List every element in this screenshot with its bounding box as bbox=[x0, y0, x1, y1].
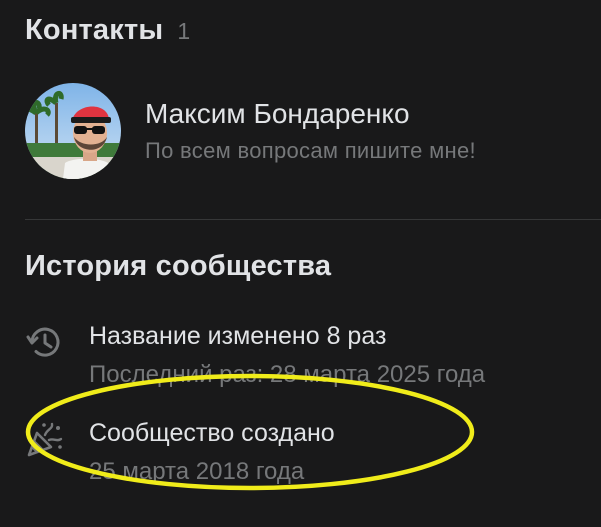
contact-text: Максим Бондаренко По всем вопросам пишит… bbox=[145, 98, 476, 164]
history-main-prefix: Название изменено bbox=[89, 322, 320, 350]
history-main-value: 8 раз bbox=[326, 322, 387, 350]
party-popper-icon bbox=[25, 419, 65, 459]
avatar-photo bbox=[25, 83, 121, 179]
history-main-text: Сообщество создано bbox=[89, 419, 335, 447]
history-icon bbox=[25, 322, 65, 362]
history-sub-text: 25 марта 2018 года bbox=[89, 458, 305, 485]
contact-name[interactable]: Максим Бондаренко bbox=[145, 98, 476, 130]
history-sub-text: Последний раз: 28 марта 2025 года bbox=[89, 361, 486, 388]
history-title: История сообщества bbox=[25, 250, 332, 282]
avatar[interactable] bbox=[25, 83, 121, 179]
history-main-text: Название изменено 8 раз bbox=[89, 322, 485, 351]
contacts-header[interactable]: Контакты 1 bbox=[25, 14, 190, 47]
history-item-text: Сообщество создано 25 марта 2018 года bbox=[89, 419, 335, 486]
contacts-count: 1 bbox=[177, 18, 191, 44]
contact-status: По всем вопросам пишите мне! bbox=[145, 138, 476, 163]
contact-item[interactable]: Максим Бондаренко По всем вопросам пишит… bbox=[25, 83, 585, 179]
history-item-text: Название изменено 8 раз Последний раз: 2… bbox=[89, 322, 485, 389]
history-item-created: Сообщество создано 25 марта 2018 года bbox=[25, 419, 585, 486]
history-item-renamed: Название изменено 8 раз Последний раз: 2… bbox=[25, 322, 585, 389]
divider bbox=[25, 219, 601, 220]
community-info-page: Контакты 1 Максим Бондаренко По всем воп… bbox=[0, 0, 601, 527]
contacts-title: Контакты bbox=[25, 14, 164, 46]
